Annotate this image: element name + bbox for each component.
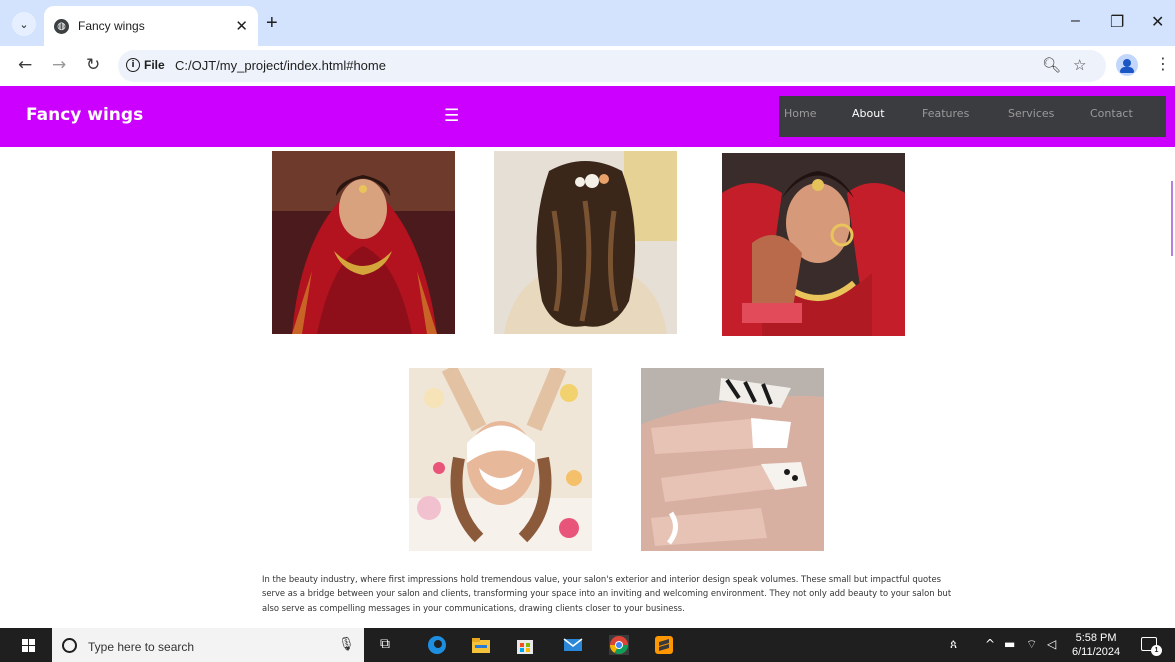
browser-tab[interactable]: ◍ Fancy wings ✕ <box>44 6 258 46</box>
battery-icon[interactable]: ▬ <box>1004 637 1015 651</box>
windows-start-icon[interactable] <box>22 639 36 652</box>
tab-title: Fancy wings <box>78 19 145 33</box>
file-explorer-icon[interactable] <box>471 635 491 655</box>
bridal-curly-hairstyle-photo <box>494 151 677 334</box>
back-icon[interactable]: ← <box>18 55 32 75</box>
taskbar-search-placeholder: Type here to search <box>88 640 195 654</box>
tab-list-icon[interactable]: ⌄ <box>12 12 36 36</box>
zoom-icon[interactable]: 🔍︎ <box>1042 56 1061 74</box>
nail-art-photo <box>641 368 824 551</box>
page-viewport: Fancy wings ☰ Home About Features Servic… <box>0 86 1175 628</box>
scrollbar-thumb[interactable] <box>1171 181 1173 256</box>
show-hidden-icons-icon[interactable]: ^ <box>985 637 995 651</box>
hamburger-icon[interactable]: ☰ <box>444 106 459 126</box>
sublime-text-icon[interactable] <box>654 635 674 655</box>
nav-link-services[interactable]: Services <box>1008 107 1054 120</box>
bridal-jewelry-portrait-photo <box>722 153 905 336</box>
notification-count: 1 <box>1151 645 1162 656</box>
notification-icon[interactable]: 1 <box>1141 637 1162 656</box>
window-close-icon[interactable]: ✕ <box>1151 12 1164 32</box>
nav-link-about[interactable]: About <box>852 107 885 120</box>
bridal-red-lehenga-photo <box>272 151 455 334</box>
mail-icon[interactable] <box>563 635 583 655</box>
facial-treatment-photo <box>409 368 592 551</box>
people-icon[interactable]: ጰ <box>950 637 957 652</box>
edge-icon[interactable] <box>427 635 447 655</box>
wifi-icon[interactable]: ⌔ <box>1026 637 1037 652</box>
minimize-icon[interactable]: – <box>1071 12 1080 30</box>
profile-icon[interactable] <box>1116 54 1138 76</box>
star-icon[interactable]: ☆ <box>1073 56 1086 74</box>
reload-icon[interactable]: ↻ <box>86 55 100 75</box>
menu-kebab-icon[interactable]: ⋮ <box>1155 54 1171 73</box>
browser-toolbar: ← → ↻ i File C:/OJT/my_project/index.htm… <box>0 46 1175 86</box>
scheme-label: File <box>144 58 165 72</box>
browser-tab-strip: ⌄ ◍ Fancy wings ✕ + – ❐ ✕ <box>0 0 1175 46</box>
info-icon[interactable]: i <box>126 58 140 72</box>
about-description: In the beauty industry, where first impr… <box>262 574 952 613</box>
clock-time: 5:58 PM <box>1075 632 1117 644</box>
close-icon[interactable]: ✕ <box>235 17 248 35</box>
taskbar-clock[interactable]: 5:58 PM 6/11/2024 <box>1072 631 1120 659</box>
clock-date: 6/11/2024 <box>1072 646 1121 658</box>
windows-taskbar: Type here to search 🎙︎ ⧉ ጰ ^ ▬ ⌔ ◁ 5:58 … <box>0 628 1175 662</box>
nav-link-home[interactable]: Home <box>784 107 816 120</box>
task-view-icon[interactable]: ⧉ <box>380 636 390 652</box>
cortana-icon <box>62 638 77 653</box>
store-icon[interactable] <box>515 635 535 655</box>
microphone-icon[interactable]: 🎙︎ <box>338 637 355 652</box>
nav-link-contact[interactable]: Contact <box>1090 107 1133 120</box>
globe-icon: ◍ <box>54 18 69 34</box>
volume-muted-icon[interactable]: ◁ <box>1047 637 1056 651</box>
plus-icon[interactable]: + <box>266 12 278 35</box>
nav-link-features[interactable]: Features <box>922 107 969 120</box>
forward-icon[interactable]: → <box>52 55 66 75</box>
url-text[interactable]: C:/OJT/my_project/index.html#home <box>175 58 386 73</box>
restore-icon[interactable]: ❐ <box>1110 12 1124 32</box>
site-navbar: Fancy wings ☰ Home About Features Servic… <box>0 86 1175 147</box>
site-brand[interactable]: Fancy wings <box>26 105 143 125</box>
taskbar-search[interactable]: Type here to search <box>52 628 364 662</box>
address-bar[interactable]: i File C:/OJT/my_project/index.html#home… <box>118 50 1106 82</box>
chrome-icon[interactable] <box>609 635 629 655</box>
